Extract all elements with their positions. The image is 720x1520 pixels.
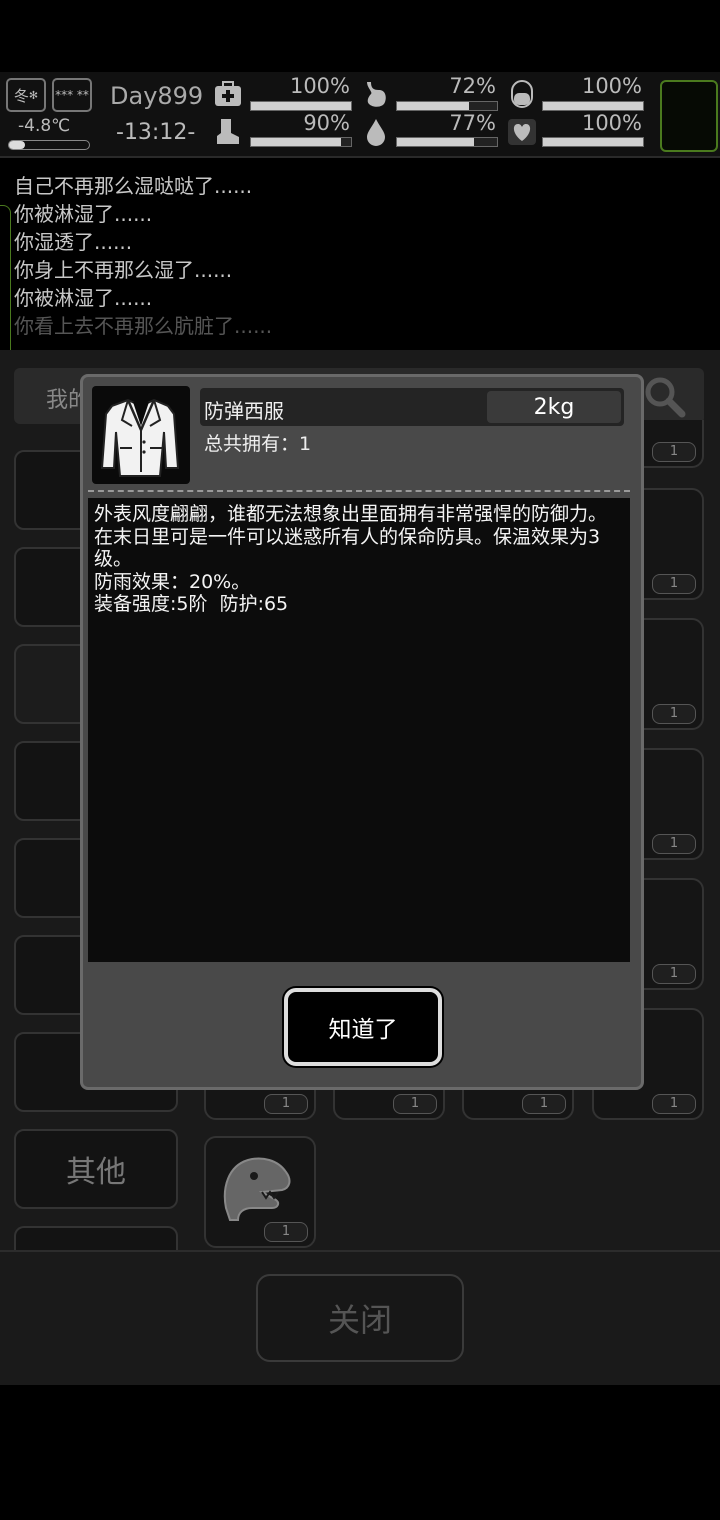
confirm-button[interactable]: 知道了 [284, 988, 442, 1066]
health-bar-fill [251, 102, 351, 110]
hunger-value: 72% [449, 74, 496, 98]
sanity-value: 100% [581, 111, 642, 135]
snowflake-icon: ✻ [28, 88, 39, 102]
stamina-value: 90% [303, 111, 350, 135]
snow-rating: *** ** [52, 78, 92, 112]
dinosaur-head-icon [223, 1157, 291, 1221]
mood-bar [542, 101, 644, 111]
search-icon[interactable] [640, 372, 688, 420]
close-inventory-button[interactable]: 关闭 [256, 1274, 464, 1362]
stomach-icon [362, 80, 390, 108]
boot-icon [214, 118, 242, 146]
item-count: 1 [652, 574, 696, 594]
log-line: 你被淋湿了...... [14, 286, 153, 310]
item-thumbnail [92, 386, 190, 484]
hunger-bar [396, 101, 498, 111]
log-line: 你身上不再那么湿了...... [14, 258, 233, 282]
equipment-stats-text: 装备强度:5阶 防护:65 [94, 593, 289, 615]
inventory-divider [0, 1250, 720, 1252]
thirst-bar-fill [397, 138, 474, 146]
item-count: 1 [264, 1094, 308, 1114]
item-count: 1 [652, 442, 696, 462]
heart-icon [508, 118, 536, 146]
suit-jacket-icon [100, 398, 180, 477]
sanity-bar-fill [543, 138, 643, 146]
season-badge: 冬 ✻ [6, 78, 46, 112]
health-bar [250, 101, 352, 111]
item-weight: 2kg [487, 391, 621, 423]
log-line: 你湿透了...... [14, 230, 133, 254]
description-text: 外表风度翩翩，谁都无法想象出里面拥有非常强悍的防御力。在末日里可是一件可以迷惑所… [94, 503, 608, 570]
sanity-bar [542, 137, 644, 147]
mood-icon [508, 80, 536, 108]
temperature-bar [8, 140, 90, 150]
day-counter: Day899 [110, 82, 204, 110]
log-line: 你看上去不再那么肮脏了...... [14, 314, 273, 338]
thirst-bar [396, 137, 498, 147]
category-more-button[interactable] [14, 1226, 178, 1252]
water-drop-icon [362, 118, 390, 146]
message-log: 自己不再那么湿哒哒了...... 你被淋湿了...... 你湿透了...... … [0, 160, 720, 348]
temperature: -4.8℃ [18, 116, 71, 136]
item-count: 1 [264, 1222, 308, 1242]
rain-protection-text: 防雨效果：20%。 [94, 570, 251, 593]
item-name: 防弹西服 [204, 399, 284, 423]
hunger-bar-fill [397, 102, 469, 110]
season-label: 冬 [13, 86, 29, 105]
item-count: 1 [652, 1094, 696, 1114]
stamina-bar-fill [251, 138, 341, 146]
item-count: 1 [522, 1094, 566, 1114]
log-scroll-indicator [0, 205, 11, 367]
item-count: 1 [393, 1094, 437, 1114]
menu-button[interactable] [660, 80, 718, 152]
inventory-slot[interactable]: 1 [204, 1136, 316, 1248]
health-value: 100% [289, 74, 350, 98]
medkit-icon [214, 80, 242, 108]
thirst-value: 77% [449, 111, 496, 135]
clock: -13:12- [116, 120, 196, 145]
temperature-bar-fill [9, 141, 25, 149]
dialog-divider [88, 490, 630, 492]
stamina-bar [250, 137, 352, 147]
item-count: 1 [652, 964, 696, 984]
item-description: 外表风度翩翩，谁都无法想象出里面拥有非常强悍的防御力。在末日里可是一件可以迷惑所… [94, 503, 624, 616]
mood-bar-fill [543, 102, 643, 110]
item-count: 1 [652, 834, 696, 854]
log-line: 你被淋湿了...... [14, 202, 153, 226]
log-line: 自己不再那么湿哒哒了...... [14, 174, 253, 198]
category-other-button[interactable]: 其他 [14, 1129, 178, 1209]
item-count: 1 [652, 704, 696, 724]
mood-value: 100% [581, 74, 642, 98]
item-owned-count: 总共拥有：1 [204, 433, 312, 455]
